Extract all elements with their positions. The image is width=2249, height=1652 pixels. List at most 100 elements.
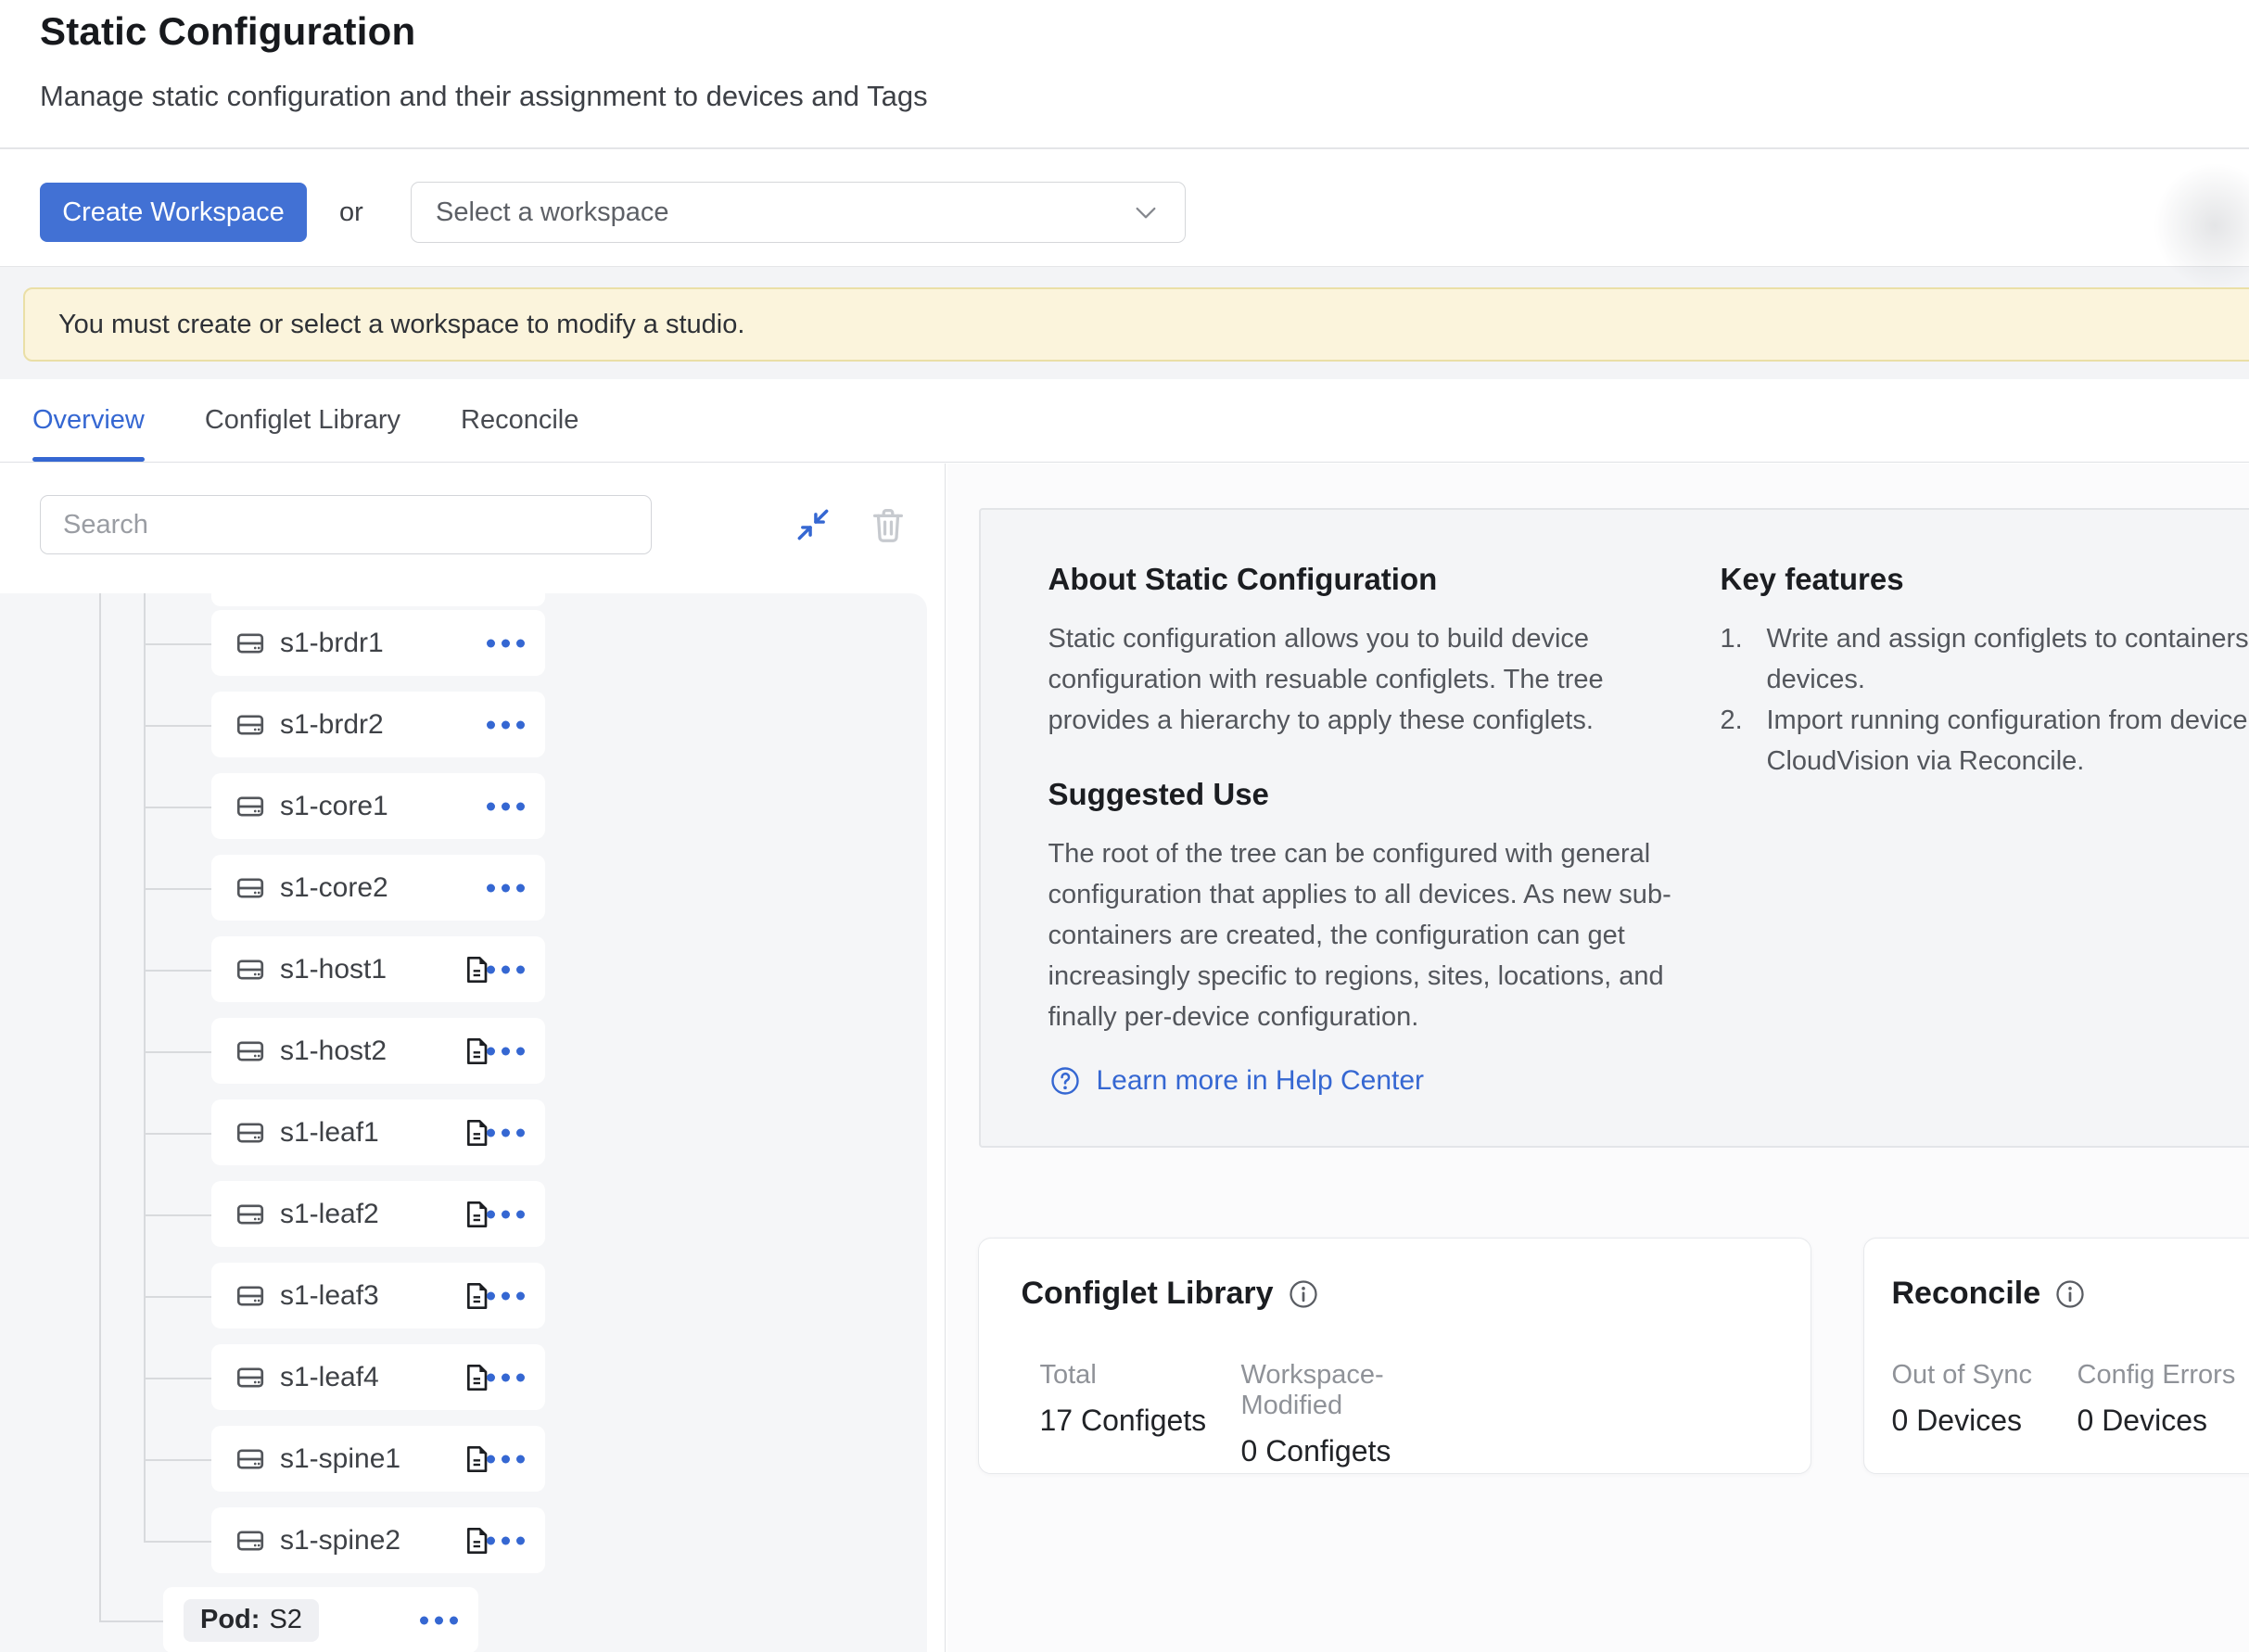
reconcile-card-title: Reconcile [1892,1276,2088,1312]
tree-row-partial[interactable] [211,593,545,606]
device-icon [234,628,267,659]
warning-banner-text: You must create or select a workspace to… [58,310,744,340]
stat-label: Out of Sync [1892,1360,2077,1391]
tree-connector-root [99,593,101,1620]
device-name: s1-core1 [280,791,388,822]
about-body: Static configuration allows you to build… [1048,618,1660,741]
pod-chip: Pod: S2 [184,1599,319,1642]
device-icon [234,1117,267,1149]
row-menu-button[interactable] [420,1616,458,1624]
device-icon [234,1443,267,1475]
stat-label: Workspace-Modified [1241,1360,1442,1421]
row-menu-button[interactable] [487,802,525,810]
about-panel: About Static Configuration Static config… [979,508,2249,1148]
row-menu-button[interactable] [487,1128,525,1137]
device-icon [234,1280,267,1312]
device-tree: s1-brdr1 s1-brdr2 [0,593,927,1652]
tree-row-device[interactable]: s1-leaf4 [211,1344,545,1410]
device-icon [234,791,267,822]
page-subtitle: Manage static configuration and their as… [40,80,928,113]
tab-reconcile[interactable]: Reconcile [461,379,578,462]
device-name: s1-leaf3 [280,1280,379,1312]
key-feature-number: 1. [1721,618,1767,700]
stat-block: Total 17 Configets [1040,1360,1241,1468]
device-name: s1-leaf1 [280,1117,379,1149]
help-center-link[interactable]: Learn more in Help Center [1048,1064,1425,1098]
row-menu-button[interactable] [487,1536,525,1544]
row-menu-button[interactable] [487,1291,525,1300]
key-features-title: Key features [1721,562,1904,597]
row-menu-button[interactable] [487,1455,525,1463]
info-icon[interactable] [2053,1277,2087,1311]
page-title: Static Configuration [40,9,415,54]
row-menu-button[interactable] [487,965,525,973]
overview-pane: About Static Configuration Static config… [947,464,2249,1652]
workspace-bar: Create Workspace or Select a workspace [0,149,2249,266]
reconcile-stats: Out of Sync 0 Devices Config Errors 0 De… [1892,1360,2249,1438]
stat-value: 0 Devices [1892,1404,2077,1438]
tree-row-device[interactable]: s1-host1 [211,936,545,1002]
device-name: s1-leaf2 [280,1199,379,1230]
device-icon [234,1199,267,1230]
key-feature-text: Write and assign configlets to container… [1767,618,2249,700]
pod-chip-key: Pod: [200,1605,260,1635]
tree-row-device[interactable]: s1-leaf2 [211,1181,545,1247]
device-icon [234,872,267,904]
device-name: s1-leaf4 [280,1362,379,1393]
content-area: s1-brdr1 s1-brdr2 [0,464,2249,1652]
row-menu-button[interactable] [487,1210,525,1218]
configlet-library-card: Configlet Library Total 17 Configets Wor… [978,1238,1811,1474]
device-name: s1-core2 [280,872,388,904]
search-input[interactable] [40,495,652,554]
device-name: s1-host1 [280,954,387,985]
tree-row-device[interactable]: s1-brdr1 [211,610,545,676]
stat-block: Config Errors 0 Devices [2077,1360,2249,1438]
tab-configlet-library[interactable]: Configlet Library [205,379,400,462]
device-icon [234,709,267,741]
stat-block: Out of Sync 0 Devices [1892,1360,2077,1438]
collapse-tree-button[interactable] [789,501,837,549]
pod-chip-value: S2 [269,1605,301,1635]
tree-row-device[interactable]: s1-host2 [211,1018,545,1084]
key-feature-item: 2. Import running configuration from dev… [1721,700,2249,782]
row-menu-button[interactable] [487,639,525,647]
tree-row-pod[interactable]: Pod: S2 [163,1587,478,1652]
suggested-use-body: The root of the tree can be configured w… [1048,833,1697,1037]
stat-value: 0 Configets [1241,1434,1442,1468]
page-header: Static Configuration Manage static confi… [0,0,2249,147]
device-name: s1-spine1 [280,1443,400,1475]
collapse-arrows-icon [793,504,833,545]
tree-row-device[interactable]: s1-spine2 [211,1507,545,1573]
stat-label: Config Errors [2077,1360,2249,1391]
row-menu-button[interactable] [487,720,525,729]
device-icon [234,954,267,985]
workspace-select[interactable]: Select a workspace [411,182,1186,243]
banner-band: You must create or select a workspace to… [0,267,2249,379]
key-feature-item: 1. Write and assign configlets to contai… [1721,618,2249,700]
tab-overview[interactable]: Overview [32,379,145,462]
stat-value: 17 Configets [1040,1404,1241,1438]
tree-row-device[interactable]: s1-spine1 [211,1426,545,1492]
tree-row-device[interactable]: s1-core2 [211,855,545,921]
create-workspace-button[interactable]: Create Workspace [40,183,307,242]
tree-row-device[interactable]: s1-brdr2 [211,692,545,757]
device-icon [234,1036,267,1067]
tree-row-device[interactable]: s1-leaf1 [211,1099,545,1165]
key-feature-number: 2. [1721,700,1767,782]
device-name: s1-brdr1 [280,628,384,659]
tree-row-device[interactable]: s1-leaf3 [211,1263,545,1328]
question-circle-icon [1048,1064,1082,1098]
delete-node-button[interactable] [864,501,912,549]
chevron-down-icon [1131,197,1161,227]
stat-label: Total [1040,1360,1241,1391]
tree-row-device[interactable]: s1-core1 [211,773,545,839]
help-center-link-label: Learn more in Help Center [1097,1065,1425,1097]
info-icon[interactable] [1287,1277,1320,1311]
workspace-select-placeholder: Select a workspace [436,197,668,228]
device-icon [234,1525,267,1557]
tree-connector-devices [144,593,146,1543]
row-menu-button[interactable] [487,1373,525,1381]
row-menu-button[interactable] [487,1047,525,1055]
row-menu-button[interactable] [487,883,525,892]
static-configuration-page: Static Configuration Manage static confi… [0,0,2249,1652]
